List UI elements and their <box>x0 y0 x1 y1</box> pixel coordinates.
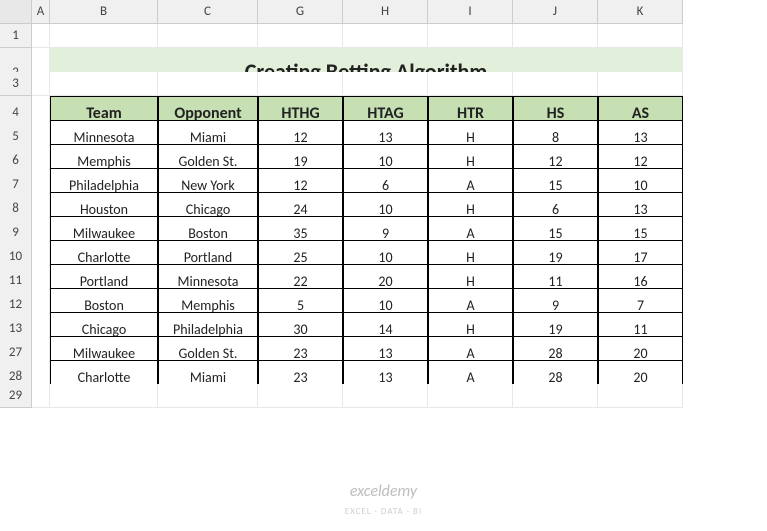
cell-B3[interactable] <box>50 72 158 96</box>
cell-B1[interactable] <box>50 24 158 48</box>
cell-blank[interactable] <box>258 384 343 408</box>
cell-A1[interactable] <box>32 24 50 48</box>
cell-I3[interactable] <box>428 72 513 96</box>
cell-C1[interactable] <box>158 24 258 48</box>
col-header-J[interactable]: J <box>513 0 598 24</box>
col-header-B[interactable]: B <box>50 0 158 24</box>
row-header-3[interactable]: 3 <box>0 72 32 96</box>
col-header-K[interactable]: K <box>598 0 683 24</box>
cell-blank[interactable] <box>428 384 513 408</box>
cell-blank[interactable] <box>513 384 598 408</box>
select-all-corner[interactable] <box>0 0 32 24</box>
col-header-G[interactable]: G <box>258 0 343 24</box>
cell-G3[interactable] <box>258 72 343 96</box>
row-header-1[interactable]: 1 <box>0 24 32 48</box>
cell-H1[interactable] <box>343 24 428 48</box>
cell-J3[interactable] <box>513 72 598 96</box>
col-header-I[interactable]: I <box>428 0 513 24</box>
cell-blank[interactable] <box>343 384 428 408</box>
cell-J1[interactable] <box>513 24 598 48</box>
cell-H3[interactable] <box>343 72 428 96</box>
row-header-29[interactable]: 29 <box>0 384 32 408</box>
cell-C3[interactable] <box>158 72 258 96</box>
cell-blank[interactable] <box>50 384 158 408</box>
cell-K1[interactable] <box>598 24 683 48</box>
watermark-sub: EXCEL · DATA · BI <box>345 506 422 517</box>
col-header-H[interactable]: H <box>343 0 428 24</box>
cell-G1[interactable] <box>258 24 343 48</box>
cell-blank[interactable] <box>158 384 258 408</box>
col-header-C[interactable]: C <box>158 0 258 24</box>
cell-blank[interactable] <box>32 384 50 408</box>
spreadsheet-grid: A B C G H I J K 1 2 Creating Betting Alg… <box>0 0 767 408</box>
cell-I1[interactable] <box>428 24 513 48</box>
col-header-A[interactable]: A <box>32 0 50 24</box>
cell-blank[interactable] <box>598 384 683 408</box>
watermark: exceldemy <box>350 482 417 501</box>
cell-K3[interactable] <box>598 72 683 96</box>
cell-A3[interactable] <box>32 72 50 96</box>
